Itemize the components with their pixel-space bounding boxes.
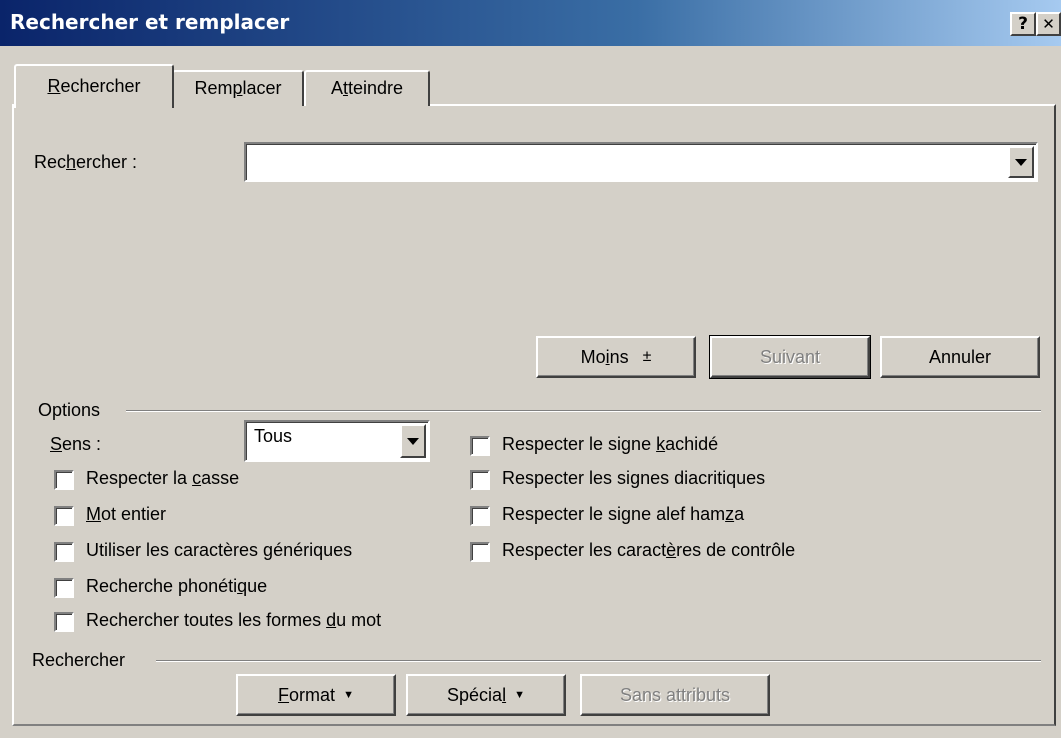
search-dropdown-button[interactable]	[1008, 146, 1034, 178]
tab-rechercher[interactable]: Rechercher	[14, 64, 174, 108]
checkbox-match-case[interactable]	[54, 470, 74, 490]
find-divider	[156, 660, 1041, 662]
checkbox-wildcards[interactable]	[54, 542, 74, 562]
checkbox-label: Rechercher toutes les formes du mot	[86, 610, 382, 630]
dropdown-arrow-icon: ▼	[514, 689, 525, 701]
no-attributes-button[interactable]: Sans attributs	[580, 674, 770, 716]
checkbox-label: Utiliser les caractères génériques	[86, 540, 353, 560]
checkbox-diacritics[interactable]	[470, 470, 490, 490]
chevron-down-icon	[407, 437, 419, 445]
search-input[interactable]	[244, 142, 1038, 182]
checkbox-label: Recherche phonétique	[86, 576, 268, 596]
checkbox-label: Mot entier	[86, 504, 167, 524]
options-divider	[126, 410, 1041, 412]
close-icon: ✕	[1042, 15, 1055, 33]
chevron-down-icon	[1015, 158, 1027, 166]
checkbox-kashida[interactable]	[470, 436, 490, 456]
checkbox-sounds-like[interactable]	[54, 578, 74, 598]
checkbox-label: Respecter la casse	[86, 468, 240, 488]
checkbox-label: Respecter le signe alef hamza	[502, 504, 745, 524]
checkbox-alef-hamza[interactable]	[470, 506, 490, 526]
checkbox-label: Respecter les caractères de contrôle	[502, 540, 796, 560]
checkbox-label: Respecter le signe kachidé	[502, 434, 719, 454]
direction-label: Sens :	[50, 434, 102, 454]
special-button[interactable]: Spécia l ▼	[406, 674, 566, 716]
less-button[interactable]: Mo i ns ±	[536, 336, 696, 378]
window-title: Rechercher et remplacer	[10, 10, 290, 34]
tab-atteindre[interactable]: Atteindre	[304, 70, 430, 106]
collapse-arrow-icon: ±	[642, 348, 652, 365]
close-button[interactable]: ✕	[1036, 12, 1061, 36]
tab-panel	[12, 104, 1056, 726]
direction-dropdown-button[interactable]	[400, 424, 426, 458]
checkbox-control-chars[interactable]	[470, 542, 490, 562]
tab-remplacer[interactable]: Remplacer	[172, 70, 304, 106]
checkbox-label: Respecter les signes diacritiques	[502, 468, 766, 488]
format-button[interactable]: Format ▼	[236, 674, 396, 716]
options-group-label: Options	[38, 400, 101, 420]
search-label: Rechercher :	[34, 152, 138, 172]
checkbox-all-word-forms[interactable]	[54, 612, 74, 632]
cancel-button[interactable]: Annuler	[880, 336, 1040, 378]
help-button[interactable]: ?	[1010, 12, 1036, 36]
checkbox-whole-word[interactable]	[54, 506, 74, 526]
dropdown-arrow-icon: ▼	[343, 689, 354, 701]
find-group-label: Rechercher	[32, 650, 126, 670]
next-button[interactable]: Suivant	[709, 335, 871, 379]
